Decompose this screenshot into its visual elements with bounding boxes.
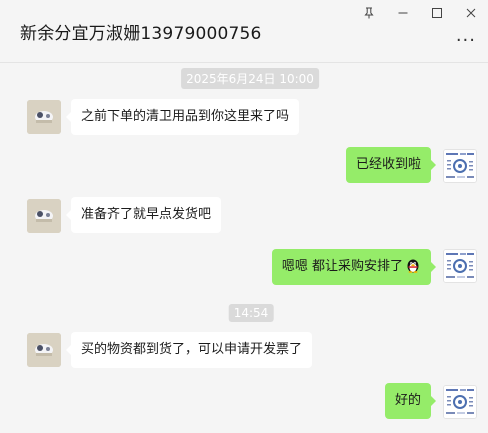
message-text: 嗯嗯 都让采购安排了: [281, 259, 403, 274]
message-bubble-received[interactable]: 买的物资都到货了，可以申请开发票了: [65, 332, 313, 368]
close-icon: [466, 8, 476, 18]
message-list[interactable]: 2025年6月24日 10:00 之前下单的清卫用品到你这里来了吗 已经收到啦 …: [0, 63, 488, 433]
qq-penguin-emoji-icon: [407, 259, 419, 273]
pin-icon: [364, 7, 374, 19]
maximize-icon: [432, 8, 442, 18]
chat-title: 新余分宜万淑姗13979000756: [20, 24, 262, 44]
message-bubble-sent[interactable]: 嗯嗯 都让采购安排了: [271, 249, 437, 285]
self-avatar[interactable]: [443, 385, 477, 419]
window-controls: [352, 0, 488, 28]
timestamp: 14:54: [228, 304, 274, 322]
qr-code-avatar-icon: [444, 386, 476, 418]
qr-code-avatar-icon: [444, 250, 476, 282]
more-options-button[interactable]: ···: [456, 30, 476, 51]
profile-photo-icon: [27, 333, 61, 367]
contact-avatar[interactable]: [27, 199, 61, 233]
message-bubble-received[interactable]: 之前下单的清卫用品到你这里来了吗: [65, 99, 300, 135]
timestamp: 2025年6月24日 10:00: [181, 68, 319, 89]
self-avatar[interactable]: [443, 249, 477, 283]
title-bar: 新余分宜万淑姗13979000756 ···: [0, 0, 488, 63]
contact-avatar[interactable]: [27, 100, 61, 134]
self-avatar[interactable]: [443, 149, 477, 183]
profile-photo-icon: [27, 199, 61, 233]
message-bubble-sent[interactable]: 好的: [384, 383, 437, 419]
message-bubble-sent[interactable]: 已经收到啦: [345, 147, 437, 183]
contact-avatar[interactable]: [27, 333, 61, 367]
message-bubble-received[interactable]: 准备齐了就早点发货吧: [65, 197, 222, 233]
minimize-button[interactable]: [386, 0, 420, 26]
maximize-button[interactable]: [420, 0, 454, 26]
minimize-icon: [398, 12, 408, 14]
profile-photo-icon: [27, 100, 61, 134]
pin-button[interactable]: [352, 0, 386, 26]
qr-code-avatar-icon: [444, 150, 476, 182]
close-button[interactable]: [454, 0, 488, 26]
